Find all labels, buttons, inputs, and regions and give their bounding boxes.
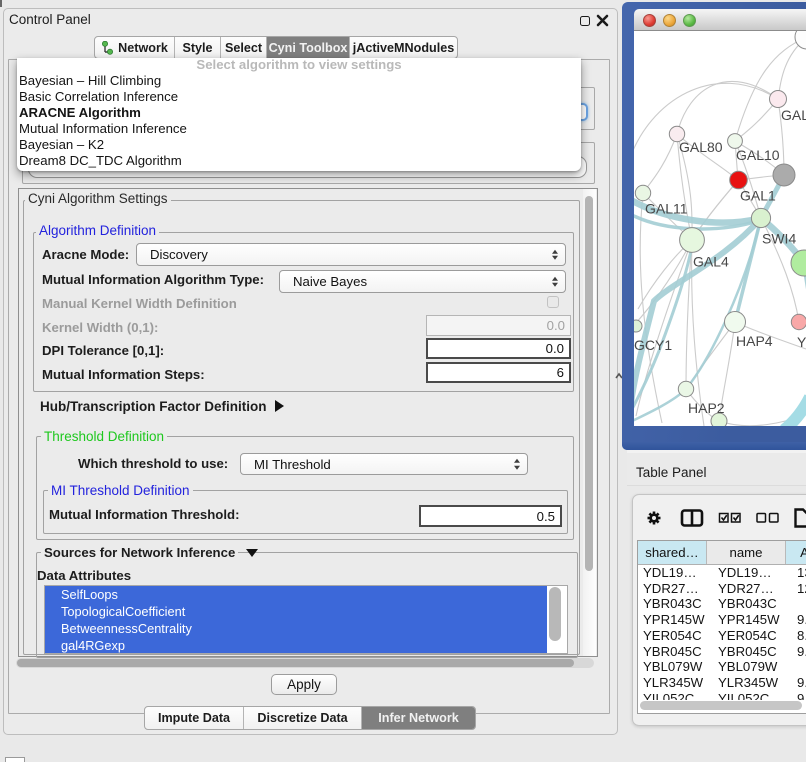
svg-text:GAL2: GAL2: [781, 107, 806, 123]
svg-text:GAL1: GAL1: [740, 188, 776, 204]
svg-text:GCY1: GCY1: [634, 337, 672, 353]
svg-text:SWI4: SWI4: [762, 231, 796, 247]
svg-text:GAL4: GAL4: [693, 254, 729, 270]
svg-text:GAL11: GAL11: [645, 201, 688, 217]
svg-text:GAL10: GAL10: [736, 147, 780, 163]
svg-text:HAP2: HAP2: [688, 400, 725, 416]
svg-text:GAL80: GAL80: [679, 139, 723, 155]
svg-text:Y: Y: [797, 334, 806, 350]
svg-text:HAP4: HAP4: [736, 333, 773, 349]
